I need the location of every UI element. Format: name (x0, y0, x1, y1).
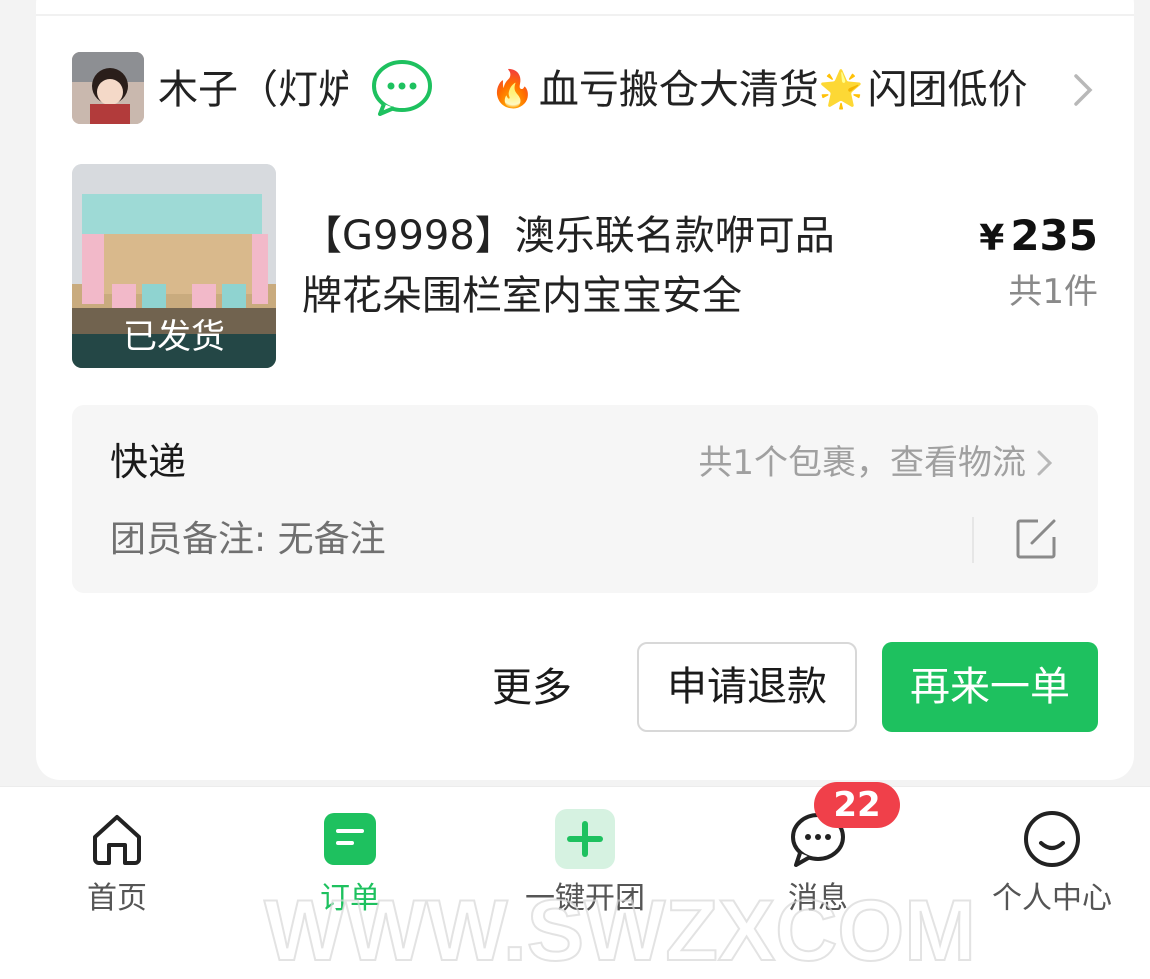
member-remark: 团员备注: 无备注 (110, 515, 386, 565)
chat-bubble-icon[interactable] (370, 58, 434, 118)
star-icon: 🌟 (818, 69, 864, 110)
group-title-text: 血亏搬仓大清货 (538, 67, 819, 113)
currency-symbol: ¥ (979, 218, 1005, 259)
bottom-tab-bar: 首页 订单 一键开团 消息 个人中心 (0, 786, 1150, 979)
leader-name[interactable]: 木子（灯炉 (158, 60, 348, 120)
tab-label: 一键开团 (525, 881, 645, 916)
view-logistics-link[interactable]: 共1个包裹，查看物流 (698, 439, 1054, 487)
group-title-suffix: 闪团低价 (867, 67, 1028, 113)
tab-label: 个人中心 (992, 881, 1112, 916)
remark-value: 无备注 (277, 519, 386, 560)
order-icon (320, 809, 380, 869)
tab-label: 消息 (788, 881, 848, 916)
tab-start-group[interactable]: 一键开团 (505, 787, 665, 937)
shipping-status-label: 已发货 (72, 308, 276, 368)
tracking-text: 共1个包裹，查看物流 (698, 443, 1026, 483)
message-count-badge: 22 (814, 782, 900, 828)
remark-label: 团员备注: (110, 519, 278, 560)
tab-label: 首页 (87, 881, 147, 916)
tab-home[interactable]: 首页 (37, 787, 197, 937)
group-title[interactable]: 🔥 血亏搬仓大清货 🌟 闪团低价 (490, 60, 1060, 120)
divider (36, 14, 1134, 16)
chevron-right-icon (1037, 450, 1053, 476)
leader-avatar[interactable] (72, 52, 144, 124)
more-button[interactable]: 更多 (480, 648, 584, 728)
home-icon (87, 809, 147, 869)
smile-icon (1022, 809, 1082, 869)
plus-icon (555, 809, 615, 869)
shipping-method: 快递 (110, 440, 187, 484)
tab-orders[interactable]: 订单 (270, 787, 430, 937)
price-value: 235 (1010, 211, 1098, 260)
reorder-button[interactable]: 再来一单 (882, 642, 1098, 732)
product-title[interactable]: 【G9998】澳乐联名款咿可品牌花朵围栏室内宝宝安全 (302, 206, 862, 326)
quantity-text: 共1件 (1008, 272, 1098, 312)
edit-icon[interactable] (1014, 517, 1058, 561)
tab-profile[interactable]: 个人中心 (972, 787, 1132, 937)
divider (972, 517, 974, 563)
fire-icon: 🔥 (490, 69, 535, 110)
shipping-info-box: 快递 共1个包裹，查看物流 团员备注: 无备注 (72, 405, 1098, 593)
product-thumbnail[interactable]: 已发货 (72, 164, 276, 368)
product-price: ¥235 (979, 208, 1098, 267)
chevron-right-icon[interactable] (1070, 70, 1098, 110)
tab-label: 订单 (320, 881, 380, 916)
refund-button[interactable]: 申请退款 (637, 642, 857, 732)
